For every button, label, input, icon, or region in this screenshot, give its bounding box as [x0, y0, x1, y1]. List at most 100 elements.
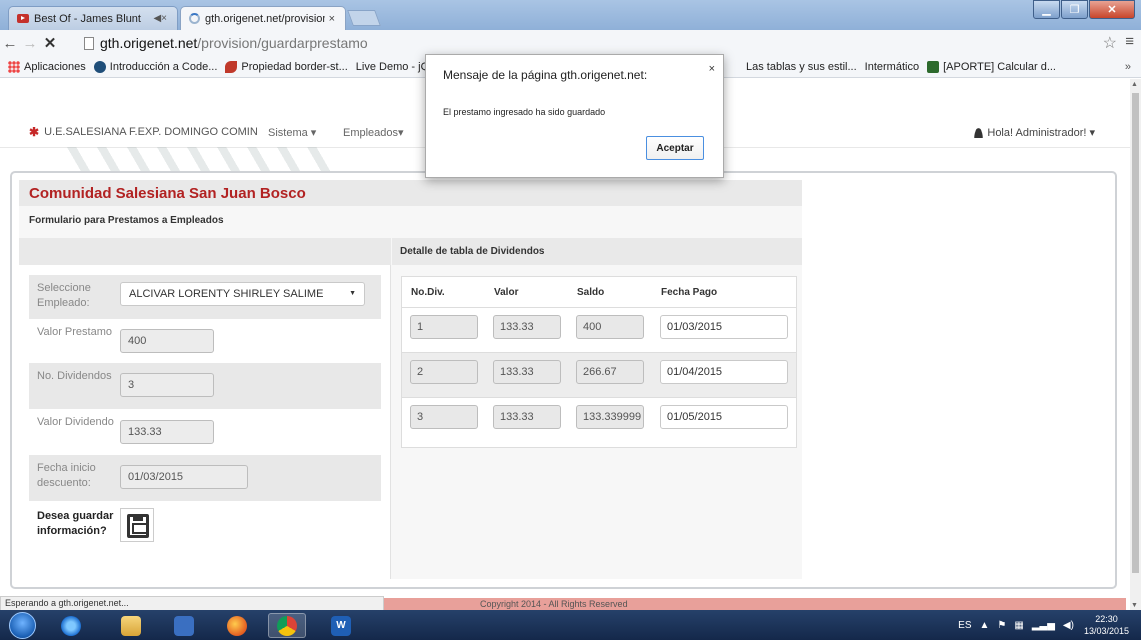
brand-label: U.E.SALESIANA F.EXP. DOMINGO COMIN	[44, 126, 258, 138]
show-hidden-icons-icon[interactable]: ▲	[980, 620, 990, 631]
div-saldo-cell[interactable]: 266.67	[576, 360, 644, 384]
close-window-button[interactable]: ✕	[1089, 0, 1135, 19]
div-no-cell[interactable]: 1	[410, 315, 478, 339]
save-row: Desea guardar información?	[29, 501, 381, 567]
div-valor-cell[interactable]: 133.33	[493, 315, 561, 339]
folder-icon	[121, 615, 141, 636]
div-fecha-cell[interactable]: 01/03/2015	[660, 315, 788, 339]
taskbar-word[interactable]: W	[322, 613, 360, 638]
bookmark-intermatico[interactable]: Intermático	[738, 61, 919, 152]
word-icon: W	[331, 615, 351, 636]
bookmark-live-demo[interactable]: Live Demo - jQ	[0, 61, 429, 147]
tab-active[interactable]: gth.origenet.net/provision ×	[180, 6, 346, 30]
employee-selected: ALCIVAR LORENTY SHIRLEY SALIME	[129, 288, 324, 300]
logo-icon: ✱	[29, 125, 40, 139]
new-tab-button[interactable]	[347, 10, 381, 26]
user-menu-label: Hola! Administrador! ▾	[987, 127, 1095, 139]
tab-close-icon[interactable]: ×	[329, 13, 335, 25]
dividends-table: No.Div. Valor Saldo Fecha Pago 1 133.33 …	[401, 276, 797, 448]
taskbar-ie[interactable]	[52, 613, 90, 638]
div-valor-cell[interactable]: 133.33	[493, 360, 561, 384]
scroll-up-icon[interactable]: ▲	[1131, 81, 1138, 88]
bookmark-star-icon[interactable]: ☆	[1103, 33, 1117, 53]
loan-card: Comunidad Salesiana San Juan Bosco Formu…	[19, 180, 802, 579]
employee-select[interactable]: ALCIVAR LORENTY SHIRLEY SALIME ▼	[120, 282, 365, 306]
bookmark-label: Propiedad border-st...	[241, 60, 348, 73]
brand[interactable]: ✱ U.E.SALESIANA F.EXP. DOMINGO COMIN	[29, 125, 258, 139]
signal-icon[interactable]: ▂▃▅	[1032, 620, 1055, 631]
taskbar-explorer[interactable]	[112, 613, 150, 638]
clock-date: 13/03/2015	[1083, 626, 1129, 636]
table-row: 2 133.33 266.67 01/04/2015	[402, 352, 796, 397]
card-title: Comunidad Salesiana San Juan Bosco	[29, 185, 306, 202]
column-header: Fecha Pago	[661, 287, 718, 298]
windows-taskbar: W ES ▲ ⚑ ▦ ▂▃▅ ◀) 22:30 13/03/2015	[0, 610, 1141, 640]
browser-menu-icon[interactable]: ≡	[1125, 33, 1134, 50]
accept-button[interactable]: Aceptar	[646, 136, 704, 160]
dividends-header: Detalle de tabla de Dividendos	[392, 238, 802, 265]
clock[interactable]: 22:30 13/03/2015	[1084, 613, 1129, 637]
maximize-button[interactable]: ❐	[1061, 0, 1088, 19]
div-fecha-cell[interactable]: 01/04/2015	[660, 360, 788, 384]
div-saldo-cell[interactable]: 400	[576, 315, 644, 339]
div-saldo-cell[interactable]: 133.339999	[576, 405, 644, 429]
div-valor-cell[interactable]: 133.33	[493, 405, 561, 429]
minimize-button[interactable]: ▁	[1033, 0, 1060, 19]
card-header: Comunidad Salesiana San Juan Bosco	[19, 180, 802, 206]
page-footer: Copyright 2014 - All Rights Reserved	[384, 598, 1126, 610]
start-button[interactable]	[9, 612, 36, 639]
div-no-cell[interactable]: 3	[410, 405, 478, 429]
nav-empleados[interactable]: Empleados▾	[343, 126, 404, 139]
url-input[interactable]: gth.origenet.net/provision/guardarpresta…	[84, 33, 1111, 53]
employee-row: Seleccione Empleado: ALCIVAR LORENTY SHI…	[29, 275, 381, 319]
taskbar-chrome[interactable]	[268, 613, 306, 638]
div-no-cell[interactable]: 2	[410, 360, 478, 384]
bookmark-apps[interactable]: Aplicaciones	[8, 60, 86, 73]
taskbar-firefox[interactable]	[218, 613, 256, 638]
taskbar-media[interactable]	[165, 613, 203, 638]
forward-arrow-icon[interactable]: →	[20, 35, 40, 52]
bookmark-label: Las tablas y sus estil...	[746, 60, 857, 73]
table-row: 3 133.33 133.339999 01/05/2015	[402, 397, 796, 442]
media-player-icon	[174, 615, 194, 636]
amount-label: Valor Prestamo	[37, 326, 112, 338]
clock-time: 22:30	[1095, 614, 1118, 624]
tab-youtube[interactable]: Best Of - James Blunt ◀×	[8, 6, 178, 30]
start-date-field[interactable]: 01/03/2015	[120, 465, 248, 489]
language-indicator[interactable]: ES	[958, 620, 971, 631]
save-label: Desea guardar información?	[37, 510, 114, 537]
card-subtitle: Formulario para Prestamos a Empleados	[29, 215, 224, 226]
window-controls: ▁ ❐ ✕	[1032, 0, 1135, 19]
firefox-icon	[227, 615, 247, 636]
column-header: Valor	[494, 287, 519, 298]
div-fecha-cell[interactable]: 01/05/2015	[660, 405, 788, 429]
system-tray: ES ▲ ⚑ ▦ ▂▃▅ ◀) 22:30 13/03/2015	[950, 610, 1141, 640]
volume-icon[interactable]: ◀)	[1063, 620, 1074, 631]
form-header	[19, 238, 391, 265]
bookmarks-more-icon[interactable]: »	[1125, 61, 1131, 73]
dividends-field[interactable]: 3	[120, 373, 214, 397]
back-arrow-icon[interactable]: ←	[0, 35, 20, 52]
dividends-section: Detalle de tabla de Dividendos No.Div. V…	[392, 238, 802, 579]
network-icon[interactable]: ▦	[1014, 620, 1023, 631]
save-button[interactable]	[120, 508, 154, 542]
bookmark-aporte[interactable]: [APORTE] Calcular d...	[927, 60, 1056, 73]
nav-sistema[interactable]: Sistema ▾	[268, 126, 316, 139]
scroll-thumb[interactable]	[1132, 93, 1139, 573]
scroll-down-icon[interactable]: ▼	[1131, 602, 1138, 609]
amount-field[interactable]: 400	[120, 329, 214, 353]
dialog-close-icon[interactable]: ×	[709, 63, 715, 75]
dividend-value-field[interactable]: 133.33	[120, 420, 214, 444]
url-host: gth.origenet.net	[100, 35, 198, 51]
audio-icon[interactable]: ◀×	[153, 13, 167, 24]
amount-row: Valor Prestamo 400	[29, 319, 381, 363]
flag-icon[interactable]: ⚑	[997, 620, 1006, 631]
leaf-icon	[225, 60, 238, 73]
page-scrollbar[interactable]: ▲ ▼	[1130, 79, 1141, 610]
bookmark-codecademy[interactable]: Introducción a Code...	[93, 60, 217, 73]
stop-icon[interactable]: ✕	[40, 34, 60, 52]
table-row: 1 133.33 400 01/03/2015	[402, 307, 796, 352]
bookmark-tablas[interactable]: Las tablas y sus estil...	[738, 60, 857, 152]
user-menu[interactable]: Hola! Administrador! ▾	[974, 126, 1095, 139]
bookmark-border-style[interactable]: Propiedad border-st...	[225, 60, 348, 73]
